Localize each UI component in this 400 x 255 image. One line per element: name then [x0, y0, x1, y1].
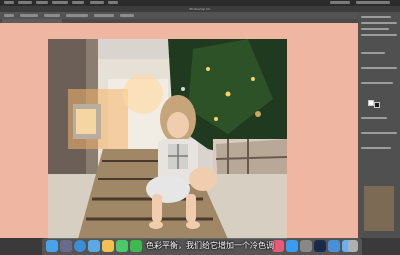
safari-icon[interactable]: [74, 240, 86, 252]
finder-icon[interactable]: [46, 240, 58, 252]
background-color-swatch[interactable]: [374, 102, 380, 108]
mail-icon[interactable]: [88, 240, 100, 252]
canvas-area[interactable]: [0, 23, 358, 239]
photoshop-icon[interactable]: [314, 240, 326, 252]
trash-icon[interactable]: [348, 240, 358, 252]
options-bar[interactable]: [0, 12, 400, 19]
navigator-thumbnail[interactable]: [364, 186, 394, 231]
files-icon[interactable]: [328, 240, 340, 252]
launchpad-icon[interactable]: [60, 240, 72, 252]
document-photo[interactable]: [48, 39, 287, 239]
layers-panel[interactable]: [358, 12, 400, 238]
video-subtitle: 色彩平衡，我们给它增加一个冷色调: [146, 241, 274, 250]
